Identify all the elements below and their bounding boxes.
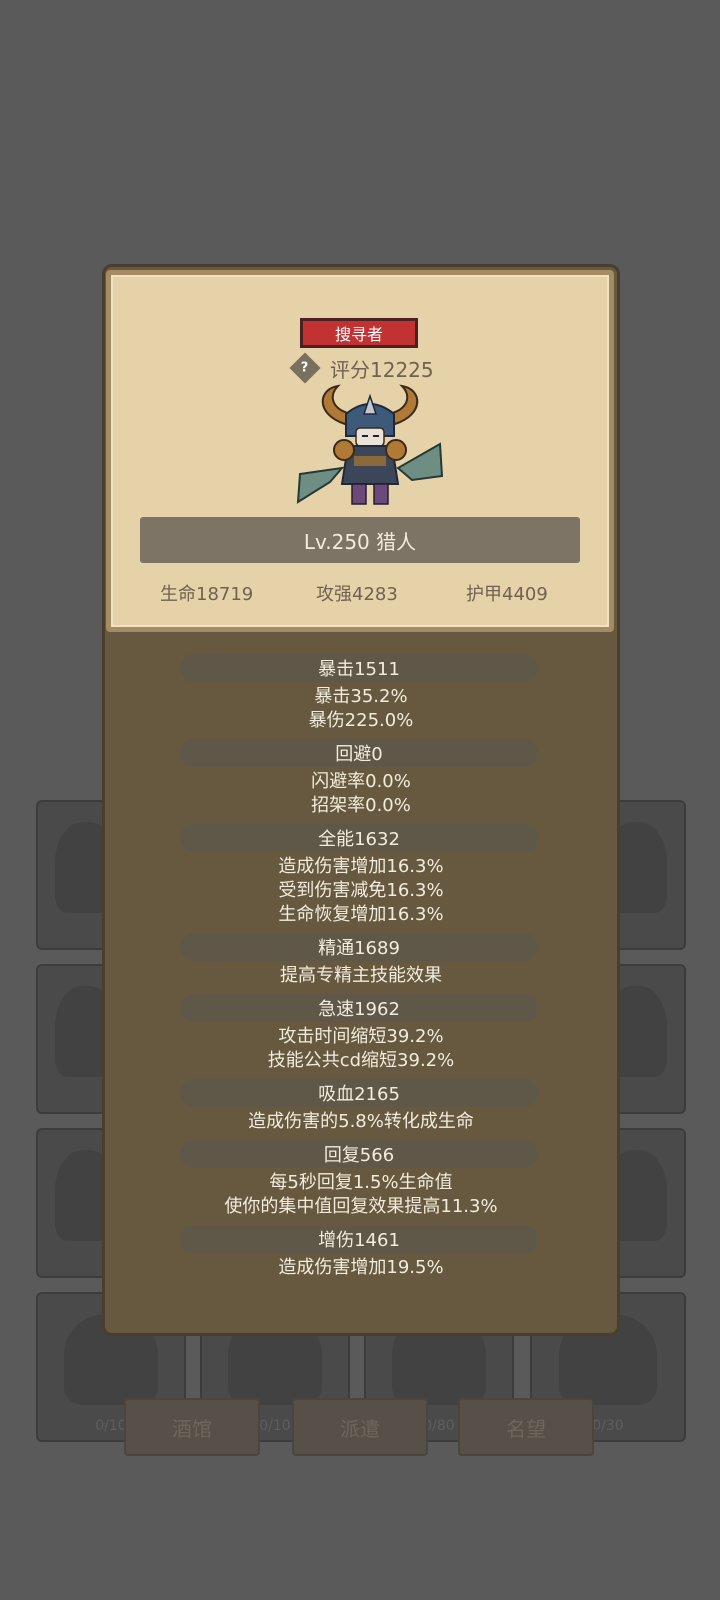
attack-stat: 攻强4283: [316, 584, 398, 605]
stat-line: 招架率0.0%: [311, 795, 411, 816]
stat-line: 闪避率0.0%: [311, 771, 411, 792]
stat-line: 造成伤害的5.8%转化成生命: [248, 1111, 474, 1132]
reputation-button[interactable]: 名望: [458, 1398, 594, 1456]
hp-stat: 生命18719: [160, 584, 254, 605]
stat-header-damage-bonus: 增伤1461: [180, 1225, 538, 1253]
stat-line: 受到伤害减免16.3%: [278, 880, 444, 901]
stat-header-evasion: 回避0: [180, 739, 538, 767]
stat-line: 生命恢复增加16.3%: [278, 904, 444, 925]
hero-score: 评分12225: [330, 357, 434, 382]
stat-line: 技能公共cd缩短39.2%: [267, 1050, 455, 1071]
stat-line: 攻击时间缩短39.2%: [278, 1026, 444, 1047]
stat-line: 暴伤225.0%: [308, 710, 414, 731]
stat-line: 暴击35.2%: [314, 686, 408, 707]
class-badge: 搜寻者: [300, 318, 418, 348]
help-icon[interactable]: ?: [289, 352, 321, 384]
armor-stat: 护甲4409: [466, 584, 548, 605]
stat-line: 每5秒回复1.5%生命值: [269, 1172, 453, 1193]
stat-header-regen: 回复566: [180, 1140, 538, 1168]
stat-line: 提高专精主技能效果: [280, 965, 442, 986]
hero-portrait: [296, 384, 444, 505]
stat-line: 使你的集中值回复效果提高11.3%: [224, 1196, 498, 1217]
stat-header-crit: 暴击1511: [180, 654, 538, 682]
hero-level-bar: Lv.250 猎人: [140, 517, 580, 563]
stat-line: 造成伤害增加19.5%: [278, 1257, 444, 1278]
stat-header-versatility: 全能1632: [180, 824, 538, 852]
dispatch-button[interactable]: 派遣: [292, 1398, 428, 1456]
score-row: ? 评分12225: [289, 352, 434, 384]
stat-header-haste: 急速1962: [180, 994, 538, 1022]
stat-header-lifesteal: 吸血2165: [180, 1079, 538, 1107]
tavern-button[interactable]: 酒馆: [124, 1398, 260, 1456]
stat-header-mastery: 精通1689: [180, 933, 538, 961]
stat-line: 造成伤害增加16.3%: [278, 856, 444, 877]
